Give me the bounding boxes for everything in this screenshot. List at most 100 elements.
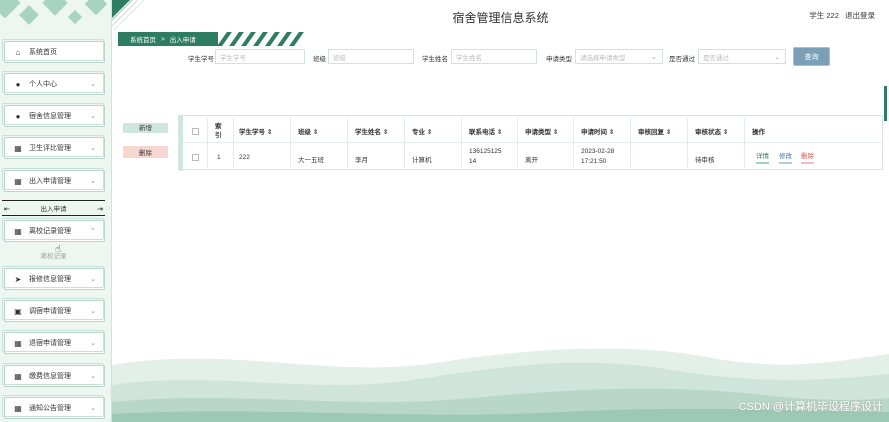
- sidebar-item-label: 调宿申请管理: [29, 308, 71, 315]
- col-header-status[interactable]: 审核状态 ⇕: [695, 126, 728, 136]
- col-header-label: 审核回复: [638, 129, 664, 136]
- sidebar-subitem-label: 出入申请: [40, 206, 67, 213]
- col-header-major[interactable]: 专业 ⇕: [412, 126, 432, 136]
- sidebar-item-fees[interactable]: ▦ 缴费信息管理 ⌄: [2, 363, 105, 387]
- sidebar-item-access[interactable]: ▦ 出入申请管理 ⌄: [2, 168, 105, 192]
- cell-apply-type: 离开: [525, 157, 538, 164]
- chevron-up-icon: ⌃: [90, 228, 96, 235]
- delete-button[interactable]: 删除: [123, 146, 168, 158]
- send-icon: ➤: [14, 274, 22, 284]
- breadcrumb-home[interactable]: 系统首页: [130, 34, 156, 44]
- sidebar-item-checkout[interactable]: ▦ 退宿申请管理 ⌄: [2, 330, 105, 354]
- search-label-student-name: 学生姓名: [422, 56, 448, 63]
- col-header-phone[interactable]: 联系电话 ⇕: [469, 126, 502, 136]
- sidebar-item-leave[interactable]: ▦ 离校记录管理 ⌃: [2, 218, 105, 242]
- cell-status: 待审核: [695, 157, 715, 164]
- grid-icon: ▦: [14, 143, 22, 153]
- sidebar-item-transfer[interactable]: ▣ 调宿申请管理 ⌄: [2, 298, 105, 322]
- logout-link[interactable]: 退出登录: [845, 11, 875, 20]
- breadcrumb-separator: >: [161, 35, 165, 43]
- chevron-down-icon: ⌄: [90, 340, 96, 347]
- col-header-apply-type[interactable]: 申请类型 ⇕: [525, 126, 558, 136]
- col-header-class[interactable]: 班级 ⇕: [298, 126, 318, 136]
- col-header-student-name[interactable]: 学生姓名 ⇕: [355, 126, 388, 136]
- sidebar-item-profile[interactable]: ● 个人中心 ⌄: [2, 71, 105, 95]
- cell-apply-date: 2023-02-28: [581, 148, 615, 155]
- col-header-actions: 操作: [752, 129, 765, 136]
- home-icon: ⌂: [15, 47, 21, 57]
- select-all-checkbox[interactable]: [192, 128, 199, 135]
- grid-icon: ▦: [14, 176, 22, 186]
- col-header-label: 申请类型: [525, 129, 551, 136]
- sidebar-item-label: 退宿申请管理: [29, 340, 71, 347]
- col-separator: [687, 118, 688, 168]
- sidebar-item-hygiene[interactable]: ▦ 卫生评比管理 ⌄: [2, 135, 105, 159]
- cell-apply-time: 2023-02-28 17:21:50: [581, 147, 614, 167]
- sort-icon: ⇕: [722, 129, 729, 136]
- cell-apply-clock: 17:21:50: [581, 158, 607, 165]
- clipboard-icon: ▣: [14, 306, 22, 316]
- col-separator: [461, 118, 462, 168]
- add-button[interactable]: 新增: [123, 123, 168, 133]
- sidebar-item-label: 系统首页: [29, 49, 57, 56]
- chevron-down-icon: ⌄: [90, 373, 96, 380]
- col-header-reply[interactable]: 审核回复 ⇕: [638, 126, 671, 136]
- sidebar-item-label: 宿舍信息管理: [29, 113, 71, 120]
- sidebar-item-notice[interactable]: ▦ 通知公告管理 ⌄: [2, 395, 105, 419]
- edit-button[interactable]: 修改: [779, 150, 792, 164]
- col-header-label: 学生姓名: [355, 129, 381, 136]
- sidebar-item-label: 缴费信息管理: [29, 373, 71, 380]
- col-header-index-line1: 索: [215, 123, 222, 130]
- col-separator: [233, 118, 234, 168]
- sort-icon: ⇕: [608, 129, 615, 136]
- col-separator: [744, 118, 745, 168]
- detail-button[interactable]: 详情: [756, 150, 769, 164]
- sidebar-decoration: [0, 0, 112, 36]
- col-header-apply-time[interactable]: 申请时间 ⇕: [581, 126, 614, 136]
- grid-icon: ▦: [14, 403, 22, 413]
- search-input-class[interactable]: 班级: [328, 49, 414, 64]
- chevron-down-icon: ⌄: [90, 178, 96, 185]
- cell-class: 大一五班: [298, 157, 324, 164]
- sidebar-item-home[interactable]: ⌂ 系统首页: [2, 39, 105, 63]
- search-select-apply-type[interactable]: 请选择申请类型 ⌄: [575, 49, 663, 64]
- breadcrumb-current: 出入申请: [169, 37, 196, 44]
- sidebar-subitem-leave-record[interactable]: 离校记录: [2, 247, 105, 263]
- search-select-approved[interactable]: 是否通过 ⌄: [698, 49, 786, 64]
- chevron-down-icon: ⌄: [90, 145, 96, 152]
- user-name: 学生 222: [809, 11, 839, 20]
- cell-index: 1: [217, 154, 221, 161]
- grid-icon: ▦: [14, 338, 22, 348]
- chevron-down-icon: ⌄: [90, 405, 96, 412]
- search-input-student-name[interactable]: 学生姓名: [451, 49, 537, 64]
- select-placeholder: 请选择申请类型: [580, 54, 626, 62]
- sort-icon: ⇕: [382, 129, 389, 136]
- col-header-label: 班级: [298, 129, 311, 136]
- col-header-label: 申请时间: [581, 129, 607, 136]
- sidebar-subitem-access-apply[interactable]: ⇤ 出入申请 ⇥: [2, 200, 105, 216]
- scrollbar-thumb[interactable]: [884, 86, 887, 121]
- chevron-down-icon: ⌄: [90, 81, 96, 88]
- col-header-label: 专业: [412, 129, 425, 136]
- col-separator: [404, 118, 405, 168]
- sidebar-subitem-label: 离校记录: [40, 253, 67, 260]
- row-checkbox[interactable]: [192, 154, 199, 161]
- search-label-class: 班级: [313, 56, 326, 63]
- drag-handle-icon: ⇥: [97, 206, 103, 213]
- sidebar-item-label: 卫生评比管理: [29, 145, 71, 152]
- breadcrumb: 系统首页 > 出入申请: [118, 32, 308, 46]
- row-delete-button[interactable]: 删除: [801, 150, 814, 164]
- sidebar-item-dorm[interactable]: ● 宿舍信息管理 ⌄: [2, 103, 105, 127]
- breadcrumb-stripes-decoration: [218, 32, 308, 46]
- search-button[interactable]: 查询: [793, 47, 830, 66]
- watermark: CSDN @计算机毕设程序设计: [738, 401, 883, 413]
- col-header-student-no[interactable]: 学生学号 ⇕: [239, 126, 272, 136]
- col-header-index[interactable]: 索 引: [215, 122, 222, 140]
- search-input-student-no[interactable]: 学生学号: [215, 49, 305, 64]
- cell-major: 计算机: [412, 157, 432, 164]
- mouse-cursor-icon: ☝: [55, 244, 62, 255]
- chevron-down-icon: ⌄: [90, 308, 96, 315]
- sidebar-item-repair[interactable]: ➤ 报修信息管理 ⌄: [2, 266, 105, 290]
- cell-phone-line1: 136125125: [469, 148, 502, 155]
- chevron-down-icon: ⌄: [651, 54, 657, 61]
